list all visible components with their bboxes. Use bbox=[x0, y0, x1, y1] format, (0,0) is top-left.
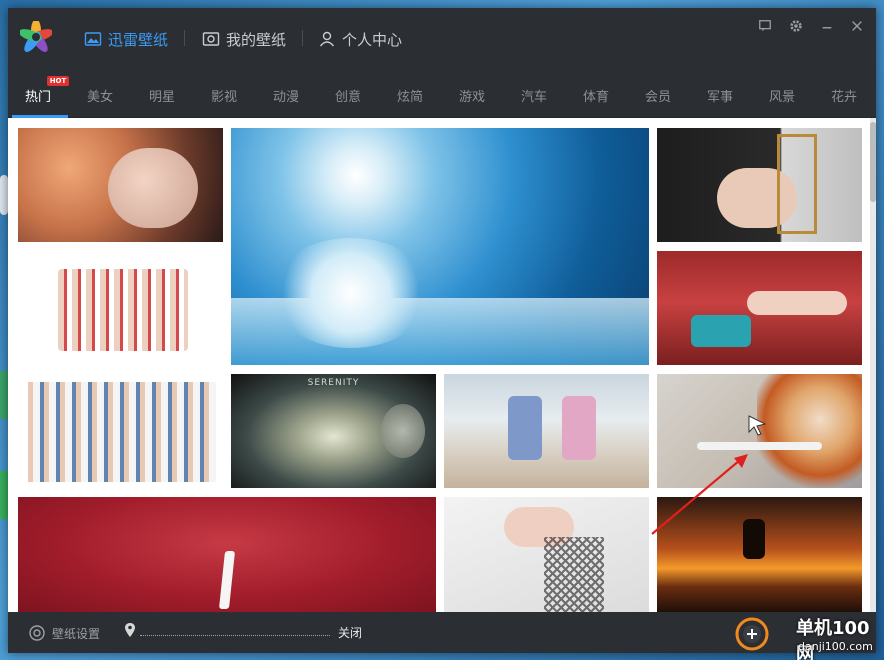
tab-label: 个人中心 bbox=[342, 30, 403, 49]
scrollbar-thumb[interactable] bbox=[870, 122, 876, 202]
wallpaper-thumb-portrait-warm[interactable] bbox=[18, 128, 223, 242]
tab-my-wallpaper[interactable]: 我的壁纸 bbox=[202, 28, 286, 50]
wallpaper-thumb-girls-beach[interactable] bbox=[444, 374, 649, 488]
close-icon[interactable] bbox=[849, 18, 865, 34]
category-member[interactable]: 会员 bbox=[638, 86, 678, 105]
category-minimal[interactable]: 炫简 bbox=[390, 86, 430, 105]
interval-slider[interactable] bbox=[140, 634, 330, 636]
close-toggle[interactable]: 关闭 bbox=[338, 624, 362, 641]
desktop-icon-fragment bbox=[0, 370, 8, 420]
wallpaper-app-window: 迅雷壁纸 我的壁纸 个人中心 HOT 热门 美女 明星 影视 动漫 创意 炫简 … bbox=[8, 8, 876, 653]
location-pin-icon bbox=[125, 623, 135, 637]
desktop-icon-fragment bbox=[0, 470, 8, 520]
wallpaper-thumb-serenity-landscape[interactable]: SERENITY bbox=[231, 374, 436, 488]
category-games[interactable]: 游戏 bbox=[452, 86, 492, 105]
my-wallpaper-icon bbox=[202, 32, 220, 46]
close-label: 关闭 bbox=[338, 626, 363, 640]
divider bbox=[184, 30, 185, 46]
cursor-icon bbox=[748, 415, 767, 436]
title-bar: 迅雷壁纸 我的壁纸 个人中心 bbox=[8, 8, 876, 66]
category-anime[interactable]: 动漫 bbox=[266, 86, 306, 105]
user-icon bbox=[319, 31, 335, 47]
category-creative[interactable]: 创意 bbox=[328, 86, 368, 105]
plus-circle-icon bbox=[735, 617, 769, 651]
watermark-url: danji100.com bbox=[798, 640, 873, 653]
gear-icon bbox=[29, 625, 45, 641]
category-celebrity[interactable]: 明星 bbox=[142, 86, 182, 105]
category-cars[interactable]: 汽车 bbox=[514, 86, 554, 105]
category-hot[interactable]: 热门 bbox=[18, 86, 58, 105]
gear-icon[interactable] bbox=[788, 18, 804, 34]
category-military[interactable]: 军事 bbox=[700, 86, 740, 105]
tab-label: 迅雷壁纸 bbox=[108, 30, 169, 49]
wallpaper-grid: SERENITY bbox=[8, 118, 870, 612]
category-bar: HOT 热门 美女 明星 影视 动漫 创意 炫简 游戏 汽车 体育 会员 军事 … bbox=[8, 66, 876, 118]
category-flowers[interactable]: 花卉 bbox=[824, 86, 864, 105]
category-film[interactable]: 影视 bbox=[204, 86, 244, 105]
desktop-icon-fragment bbox=[0, 175, 8, 215]
feedback-icon[interactable] bbox=[757, 18, 773, 34]
category-beauty[interactable]: 美女 bbox=[80, 86, 120, 105]
wallpaper-settings-button[interactable]: 壁纸设置 bbox=[28, 624, 100, 642]
wallpaper-thumb-red-abstract[interactable] bbox=[18, 497, 436, 612]
app-logo-icon bbox=[20, 21, 52, 52]
wallpaper-thumb-model-heels-dark[interactable] bbox=[657, 128, 862, 242]
tab-label: 我的壁纸 bbox=[226, 30, 287, 49]
wallpaper-thumb-group-red-swimwear[interactable] bbox=[18, 251, 223, 365]
settings-label: 壁纸设置 bbox=[52, 626, 101, 641]
divider bbox=[302, 30, 303, 46]
image-icon bbox=[84, 32, 102, 46]
wallpaper-thumb-ocean-wave[interactable] bbox=[231, 128, 649, 365]
wallpaper-thumb-group-white-shirts[interactable] bbox=[18, 374, 223, 488]
wallpaper-thumb-fishnet-legs[interactable] bbox=[444, 497, 649, 612]
wallpaper-thumb-model-red-room[interactable] bbox=[657, 251, 862, 365]
annotation-arrow bbox=[651, 454, 748, 535]
tab-xunlei-wallpaper[interactable]: 迅雷壁纸 bbox=[84, 28, 168, 50]
category-sports[interactable]: 体育 bbox=[576, 86, 616, 105]
minimize-icon[interactable] bbox=[819, 18, 835, 34]
hot-badge: HOT bbox=[47, 76, 69, 86]
scrollbar[interactable] bbox=[870, 118, 876, 612]
watermark-cn: 单机100网 bbox=[796, 618, 870, 660]
serenity-title: SERENITY bbox=[307, 378, 360, 388]
category-scenery[interactable]: 风景 bbox=[762, 86, 802, 105]
site-watermark: 单机100网 danji100.com bbox=[730, 612, 880, 660]
tab-personal-center[interactable]: 个人中心 bbox=[318, 28, 402, 50]
